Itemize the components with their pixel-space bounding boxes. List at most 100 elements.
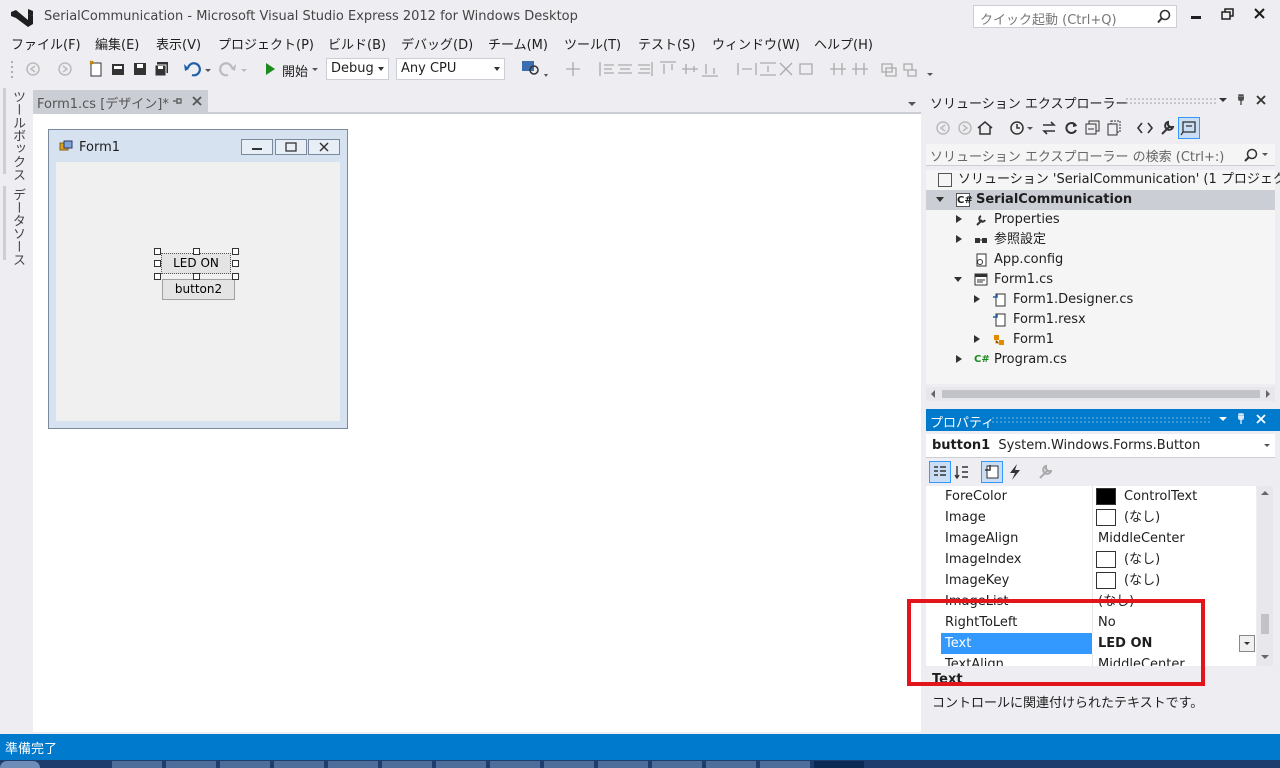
tree-item-project[interactable]: C# SerialCommunication bbox=[926, 190, 1275, 210]
button2[interactable]: button2 bbox=[162, 279, 235, 300]
restore-button[interactable] bbox=[1215, 4, 1243, 26]
taskbar-item[interactable] bbox=[274, 761, 324, 768]
tree-item-references[interactable]: 参照設定 bbox=[926, 230, 1275, 250]
quick-launch-input[interactable]: クイック起動 (Ctrl+Q) bbox=[973, 5, 1177, 28]
toolbox-tab[interactable]: ツールボックス bbox=[8, 90, 27, 181]
pin-icon[interactable] bbox=[1236, 94, 1246, 106]
tree-item-form1-class[interactable]: Form1 bbox=[926, 330, 1275, 350]
menu-build[interactable]: ビルド(B) bbox=[328, 34, 386, 53]
preview-toggle-button[interactable] bbox=[1178, 117, 1200, 139]
show-all-files-icon[interactable] bbox=[1106, 119, 1124, 137]
pin-icon[interactable] bbox=[1236, 413, 1246, 425]
taskbar-item[interactable] bbox=[544, 761, 594, 768]
navigate-forward-icon[interactable] bbox=[56, 59, 74, 79]
platform-select[interactable]: Any CPU bbox=[396, 58, 505, 80]
redo-icon[interactable] bbox=[219, 59, 237, 79]
view-code-icon[interactable] bbox=[1136, 119, 1154, 137]
scroll-down-icon[interactable] bbox=[1261, 654, 1269, 660]
pane-menu-icon[interactable] bbox=[1218, 96, 1228, 104]
collapse-arrow-icon[interactable] bbox=[954, 277, 962, 282]
scroll-up-icon[interactable] bbox=[1261, 490, 1269, 496]
properties-object-selector[interactable]: button1 System.Windows.Forms.Button bbox=[926, 434, 1275, 458]
taskbar-item[interactable] bbox=[760, 761, 810, 768]
pending-dropdown-icon[interactable] bbox=[1026, 119, 1034, 137]
tree-item-form1cs[interactable]: Form1.cs bbox=[926, 270, 1275, 290]
undo-icon[interactable] bbox=[183, 59, 201, 79]
menu-test[interactable]: テスト(S) bbox=[638, 34, 695, 53]
new-project-icon[interactable] bbox=[88, 59, 104, 79]
property-row-image[interactable]: Image (なし) bbox=[926, 507, 1256, 528]
property-row-imagekey[interactable]: ImageKey (なし) bbox=[926, 570, 1256, 591]
sync-with-document-icon[interactable] bbox=[1040, 119, 1058, 137]
collapse-all-icon[interactable] bbox=[1084, 119, 1102, 137]
save-all-icon[interactable] bbox=[153, 59, 171, 79]
taskbar-item[interactable] bbox=[166, 761, 216, 768]
save-icon[interactable] bbox=[132, 59, 148, 79]
scroll-thumb[interactable] bbox=[942, 390, 1260, 398]
taskbar-item-active[interactable] bbox=[814, 761, 864, 768]
document-list-dropdown-icon[interactable] bbox=[907, 100, 917, 108]
property-row-forecolor[interactable]: ForeColor ControlText bbox=[926, 486, 1256, 507]
alphabetical-icon[interactable] bbox=[954, 463, 972, 481]
tree-item-solution[interactable]: ソリューション 'SerialCommunication' (1 プロジェクト) bbox=[938, 170, 1280, 190]
property-row-imageindex[interactable]: ImageIndex (なし) bbox=[926, 549, 1256, 570]
minimize-button[interactable] bbox=[1183, 4, 1211, 26]
open-file-icon[interactable] bbox=[110, 59, 126, 79]
pane-close-icon[interactable] bbox=[1255, 94, 1267, 106]
taskbar-item[interactable] bbox=[382, 761, 432, 768]
pane-menu-icon[interactable] bbox=[1218, 415, 1228, 423]
properties-wrench-icon[interactable] bbox=[1158, 119, 1176, 137]
properties-view-button[interactable] bbox=[981, 461, 1003, 483]
taskbar-item[interactable] bbox=[328, 761, 378, 768]
expand-arrow-icon[interactable] bbox=[974, 295, 980, 303]
categorized-button[interactable] bbox=[929, 461, 951, 483]
tree-item-properties[interactable]: Properties bbox=[926, 210, 1275, 230]
menu-debug[interactable]: デバッグ(D) bbox=[401, 34, 473, 53]
menu-window[interactable]: ウィンドウ(W) bbox=[712, 34, 800, 53]
taskbar-item[interactable] bbox=[706, 761, 756, 768]
refresh-icon[interactable] bbox=[1062, 119, 1080, 137]
pane-close-icon[interactable] bbox=[1255, 413, 1267, 425]
expand-arrow-icon[interactable] bbox=[956, 235, 962, 243]
find-in-files-icon[interactable] bbox=[520, 58, 550, 80]
menu-view[interactable]: 表示(V) bbox=[156, 34, 201, 53]
form-minimize-button[interactable] bbox=[241, 139, 273, 155]
collapse-arrow-icon[interactable] bbox=[936, 197, 944, 202]
tree-item-appconfig[interactable]: App.config bbox=[926, 250, 1275, 270]
scroll-right-icon[interactable] bbox=[1265, 390, 1271, 398]
value-dropdown-button[interactable] bbox=[1239, 635, 1255, 652]
tree-horizontal-scrollbar[interactable] bbox=[926, 387, 1275, 401]
close-button[interactable] bbox=[1246, 4, 1274, 26]
configuration-select[interactable]: Debug bbox=[326, 58, 389, 80]
menu-tools[interactable]: ツール(T) bbox=[564, 34, 621, 53]
datasource-tab[interactable]: データソース bbox=[8, 188, 27, 266]
resize-handle[interactable] bbox=[232, 248, 239, 255]
menu-team[interactable]: チーム(M) bbox=[488, 34, 548, 53]
scroll-left-icon[interactable] bbox=[930, 390, 936, 398]
resize-handle[interactable] bbox=[193, 273, 200, 280]
tab-form1-designer[interactable]: Form1.cs [デザイン]* bbox=[33, 90, 208, 112]
expand-arrow-icon[interactable] bbox=[956, 215, 962, 223]
taskbar-item[interactable] bbox=[220, 761, 270, 768]
taskbar-item[interactable] bbox=[598, 761, 648, 768]
pending-changes-icon[interactable] bbox=[1008, 119, 1026, 137]
resize-handle[interactable] bbox=[154, 248, 161, 255]
home-icon[interactable] bbox=[976, 119, 994, 137]
tree-item-designer[interactable]: Form1.Designer.cs bbox=[926, 290, 1275, 310]
redo-dropdown-icon[interactable] bbox=[240, 59, 248, 79]
property-grid-scrollbar[interactable] bbox=[1257, 486, 1273, 666]
taskbar-item[interactable] bbox=[652, 761, 702, 768]
menu-help[interactable]: ヘルプ(H) bbox=[814, 34, 873, 53]
forward-icon[interactable] bbox=[956, 119, 974, 137]
property-pages-wrench-icon[interactable] bbox=[1036, 463, 1054, 481]
form-close-button[interactable] bbox=[308, 139, 340, 155]
taskbar-item[interactable] bbox=[436, 761, 486, 768]
solution-explorer-search-input[interactable]: ソリューション エクスプローラー の検索 (Ctrl+:) bbox=[926, 144, 1275, 166]
property-row-imagealign[interactable]: ImageAlign MiddleCenter bbox=[926, 528, 1256, 549]
scroll-thumb[interactable] bbox=[1261, 614, 1269, 634]
start-button[interactable] bbox=[0, 761, 40, 768]
tab-close-icon[interactable] bbox=[191, 95, 203, 107]
menu-project[interactable]: プロジェクト(P) bbox=[218, 34, 314, 53]
start-debug-button[interactable]: 開始 bbox=[263, 59, 323, 80]
menu-edit[interactable]: 編集(E) bbox=[95, 34, 139, 53]
